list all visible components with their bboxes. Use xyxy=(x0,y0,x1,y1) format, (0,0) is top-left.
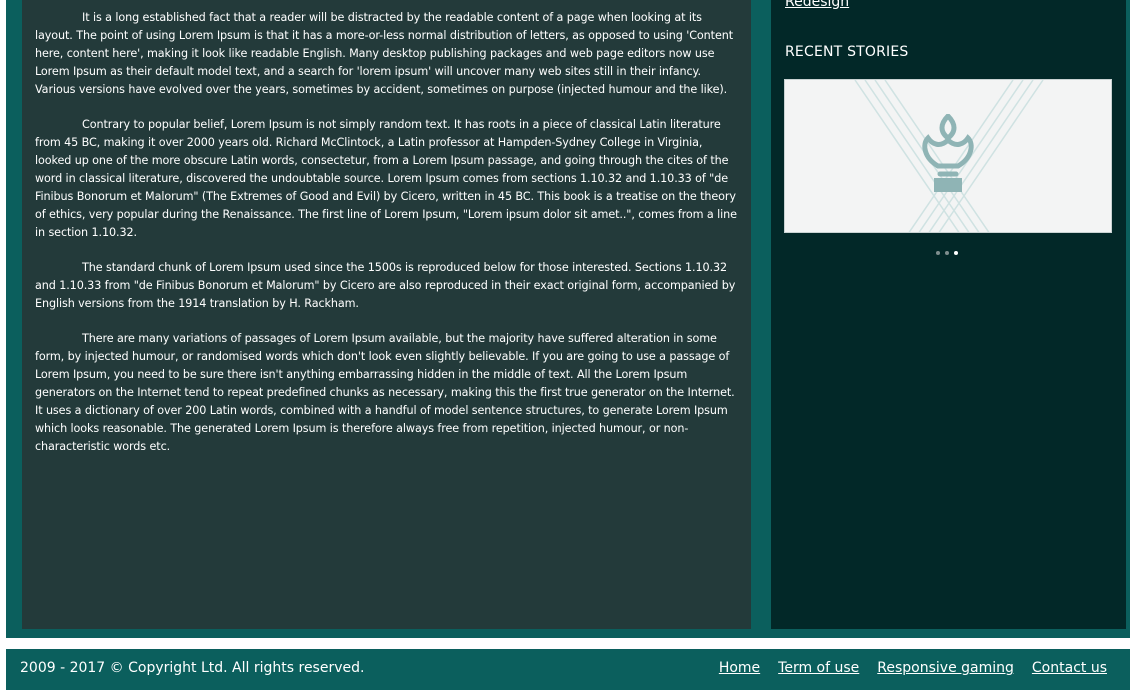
recent-stories-title: RECENT STORIES xyxy=(785,44,909,60)
carousel-dots xyxy=(936,251,958,255)
footer-nav: Home Term of use Responsive gaming Conta… xyxy=(719,660,1107,676)
recent-story-slide[interactable] xyxy=(784,79,1112,233)
footer-link-contact[interactable]: Contact us xyxy=(1032,660,1107,676)
page-frame: It is a long established fact that a rea… xyxy=(6,0,1130,638)
footer: 2009 - 2017 © Copyright Ltd. All rights … xyxy=(6,649,1130,690)
footer-link-responsive-gaming[interactable]: Responsive gaming xyxy=(877,660,1014,676)
footer-link-home[interactable]: Home xyxy=(719,660,760,676)
carousel-dot-1[interactable] xyxy=(936,251,940,255)
main-content: It is a long established fact that a rea… xyxy=(22,0,751,629)
article-paragraph-4: There are many variations of passages of… xyxy=(35,332,735,453)
carousel-dot-2[interactable] xyxy=(945,251,949,255)
copyright-text: 2009 - 2017 © Copyright Ltd. All rights … xyxy=(20,660,365,676)
story-link-redesign[interactable]: Redesign xyxy=(785,0,849,10)
article-paragraph-3: The standard chunk of Lorem Ipsum used s… xyxy=(35,261,736,310)
footer-link-terms[interactable]: Term of use xyxy=(778,660,859,676)
carousel-dot-3[interactable] xyxy=(954,251,958,255)
crown-logo-icon xyxy=(922,114,974,192)
article-paragraph-2: Contrary to popular belief, Lorem Ipsum … xyxy=(35,118,737,239)
sidebar: Redesign RECENT STORIES xyxy=(771,0,1126,629)
article-paragraph-1: It is a long established fact that a rea… xyxy=(35,11,734,96)
